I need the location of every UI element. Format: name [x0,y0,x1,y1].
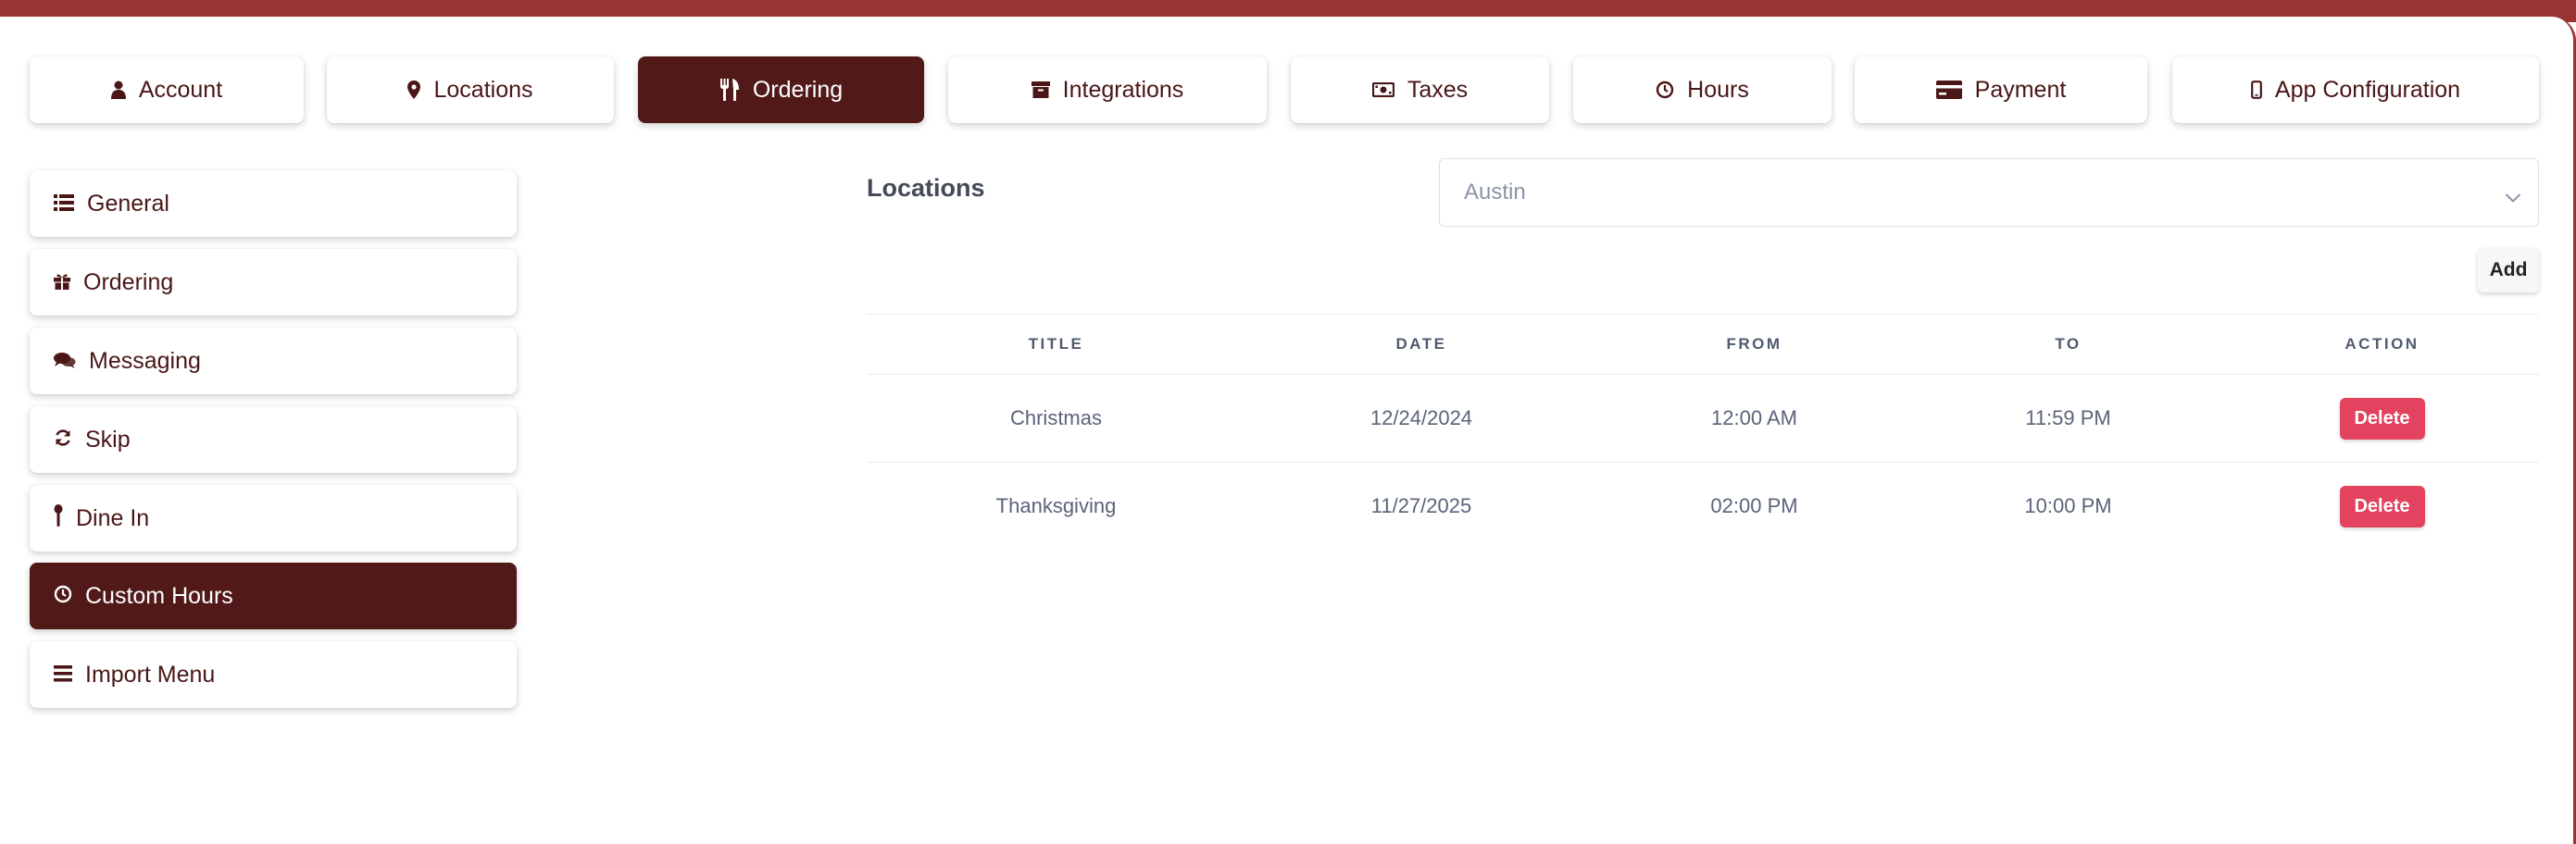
tab-label: Integrations [1062,76,1184,103]
sidebar-item-messaging[interactable]: Messaging [30,328,517,394]
cell-from: 12:00 AM [1711,406,1797,429]
gift-icon [54,269,70,296]
column-header-title: TITLE [1028,335,1084,353]
cell-to: 11:59 PM [2025,406,2111,429]
tab-label: Payment [1974,76,2067,103]
sidebar-item-skip[interactable]: Skip [30,406,517,473]
sidebar-item-custom-hours[interactable]: Custom Hours [30,563,517,629]
sidebar-item-dine-in[interactable]: Dine In [30,485,517,552]
cell-to: 10:00 PM [2024,494,2112,517]
tab-taxes[interactable]: Taxes [1291,56,1549,123]
cell-from: 02:00 PM [1710,494,1798,517]
cell-date: 11/27/2025 [1370,494,1472,517]
sidebar-item-label: Dine In [76,504,150,531]
credit-card-icon [1935,81,1962,99]
cell-date: 12/24/2024 [1369,406,1473,429]
table-row: Christmas 12/24/2024 12:00 AM 11:59 PM D… [867,374,2539,462]
custom-hours-table: TITLE DATE FROM TO ACTION Christmas 12/2… [867,314,2539,550]
tab-app-configuration[interactable]: App Configuration [2172,56,2539,123]
cell-title: Christmas [1009,406,1102,429]
sidebar-item-general[interactable]: General [30,170,517,237]
top-tab-bar: Account Locations Ordering Integrations … [0,0,2576,185]
column-header-action: ACTION [2345,335,2420,353]
tab-label: Taxes [1407,76,1469,103]
sidebar-item-label: Messaging [89,347,201,374]
utensils-icon [719,79,740,101]
cell-action: Delete [2225,463,2539,550]
bars-icon [54,662,72,689]
list-icon [54,191,74,217]
cell-title: Thanksgiving [995,494,1117,517]
sidebar-item-label: Ordering [83,268,174,295]
tab-ordering[interactable]: Ordering [638,56,924,123]
archive-icon [1031,81,1050,98]
table-header: TITLE DATE FROM TO ACTION [867,314,2539,374]
tab-label: Locations [433,76,533,103]
delete-button[interactable]: Delete [2339,485,2425,528]
location-select[interactable]: Austin [1439,158,2539,227]
chevron-down-icon [2505,184,2521,210]
delete-button[interactable]: Delete [2339,397,2425,440]
tab-account[interactable]: Account [30,56,304,123]
sidebar-item-label: Custom Hours [85,582,233,609]
user-icon [110,81,126,99]
tab-hours[interactable]: Hours [1573,56,1832,123]
map-pin-icon [407,81,421,99]
tab-label: Hours [1687,76,1749,103]
cell-action: Delete [2225,375,2539,462]
tab-locations[interactable]: Locations [327,56,614,123]
column-header-from: FROM [1726,335,1782,353]
sidebar-item-ordering[interactable]: Ordering [30,249,517,316]
sidebar-item-label: Skip [85,426,131,453]
clock-icon [1656,81,1674,99]
tab-payment[interactable]: Payment [1855,56,2147,123]
tab-label: Ordering [752,76,844,103]
column-header-date: DATE [1395,335,1447,353]
locations-label: Locations [867,174,985,202]
clock-icon [54,583,72,610]
money-bill-icon [1371,82,1394,97]
tab-integrations[interactable]: Integrations [948,56,1267,123]
tab-label: Account [138,76,223,103]
location-select-value: Austin [1464,180,1526,205]
tab-label: App Configuration [2274,76,2461,103]
sidebar-item-label: General [87,190,169,217]
sidebar-item-import-menu[interactable]: Import Menu [30,641,517,708]
spoon-icon [54,503,63,533]
column-header-to: TO [2055,335,2082,353]
sidebar-item-label: Import Menu [85,661,216,688]
add-button[interactable]: Add [2478,248,2539,292]
table-row: Thanksgiving 11/27/2025 02:00 PM 10:00 P… [867,462,2539,550]
mobile-icon [2251,81,2262,99]
refresh-icon [54,427,72,453]
comments-icon [54,348,76,375]
